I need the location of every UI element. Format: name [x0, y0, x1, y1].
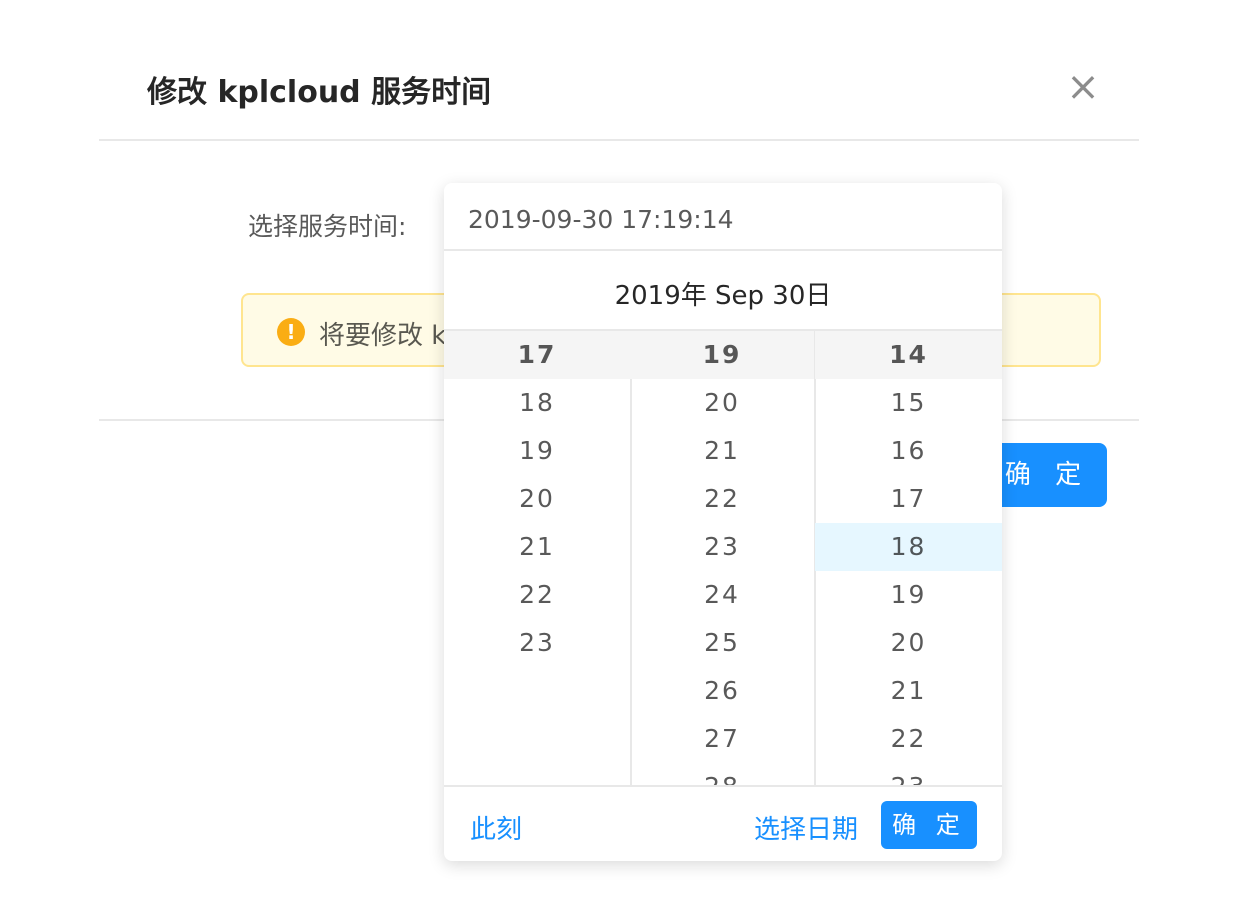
second-option[interactable]: 15 — [815, 379, 1002, 427]
service-time-label: 选择服务时间: — [248, 212, 407, 241]
minute-option[interactable]: 23 — [630, 523, 814, 571]
picker-date-text: 2019年 Sep 30日 — [614, 281, 832, 311]
minute-option[interactable]: 20 — [630, 379, 814, 427]
second-option[interactable]: 14 — [815, 331, 1002, 379]
minute-option[interactable]: 19 — [630, 331, 814, 379]
hour-option[interactable]: 18 — [444, 379, 630, 427]
datetime-input[interactable]: 2019-09-30 17:19:14 — [444, 183, 1002, 251]
picker-ok-button[interactable]: 确 定 — [881, 801, 977, 849]
now-link[interactable]: 此刻 — [470, 809, 522, 846]
minute-option[interactable]: 25 — [630, 619, 814, 667]
minute-option[interactable]: 22 — [630, 475, 814, 523]
minute-option[interactable]: 24 — [630, 571, 814, 619]
picker-footer: 此刻 选择日期 确 定 — [444, 785, 1002, 861]
hour-option[interactable]: 23 — [444, 619, 630, 667]
hour-option[interactable]: 17 — [444, 331, 630, 379]
datetime-picker-panel: 2019-09-30 17:19:14 2019年 Sep 30日 17 18 19… — [444, 183, 1002, 861]
hour-option[interactable]: 21 — [444, 523, 630, 571]
hour-option[interactable]: 19 — [444, 427, 630, 475]
picker-date-header[interactable]: 2019年 Sep 30日 — [444, 251, 1002, 331]
minute-column[interactable]: 19202122232425262728 — [630, 331, 816, 785]
modal-header: 修改 kplcloud 服务时间 × — [99, 33, 1139, 141]
close-icon[interactable]: × — [1065, 67, 1101, 107]
modal-ok-button[interactable]: 确 定 — [987, 443, 1107, 507]
minute-option[interactable]: 21 — [630, 427, 814, 475]
modal-title: 修改 kplcloud 服务时间 — [147, 75, 492, 110]
select-date-link[interactable]: 选择日期 — [754, 809, 858, 846]
second-option[interactable]: 23 — [815, 763, 1002, 785]
second-column[interactable]: 14151617181920212223 — [815, 331, 1002, 785]
second-option[interactable]: 21 — [815, 667, 1002, 715]
minute-option[interactable]: 28 — [630, 763, 814, 785]
exclamation-circle-icon: ! — [277, 318, 305, 346]
second-option[interactable]: 22 — [815, 715, 1002, 763]
minute-option[interactable]: 26 — [630, 667, 814, 715]
second-option[interactable]: 18 — [815, 523, 1002, 571]
hour-option[interactable]: 20 — [444, 475, 630, 523]
hour-option[interactable]: 22 — [444, 571, 630, 619]
minute-option[interactable]: 27 — [630, 715, 814, 763]
datetime-input-value: 2019-09-30 17:19:14 — [468, 205, 734, 234]
second-option[interactable]: 16 — [815, 427, 1002, 475]
alert-text: 将要修改 k — [319, 321, 447, 351]
second-option[interactable]: 17 — [815, 475, 1002, 523]
time-columns: 17181920212223 19202122232425262728 1415… — [444, 331, 1002, 785]
second-option[interactable]: 19 — [815, 571, 1002, 619]
second-option[interactable]: 20 — [815, 619, 1002, 667]
hour-column[interactable]: 17 18 19 20 21 22 23 — [444, 331, 632, 785]
